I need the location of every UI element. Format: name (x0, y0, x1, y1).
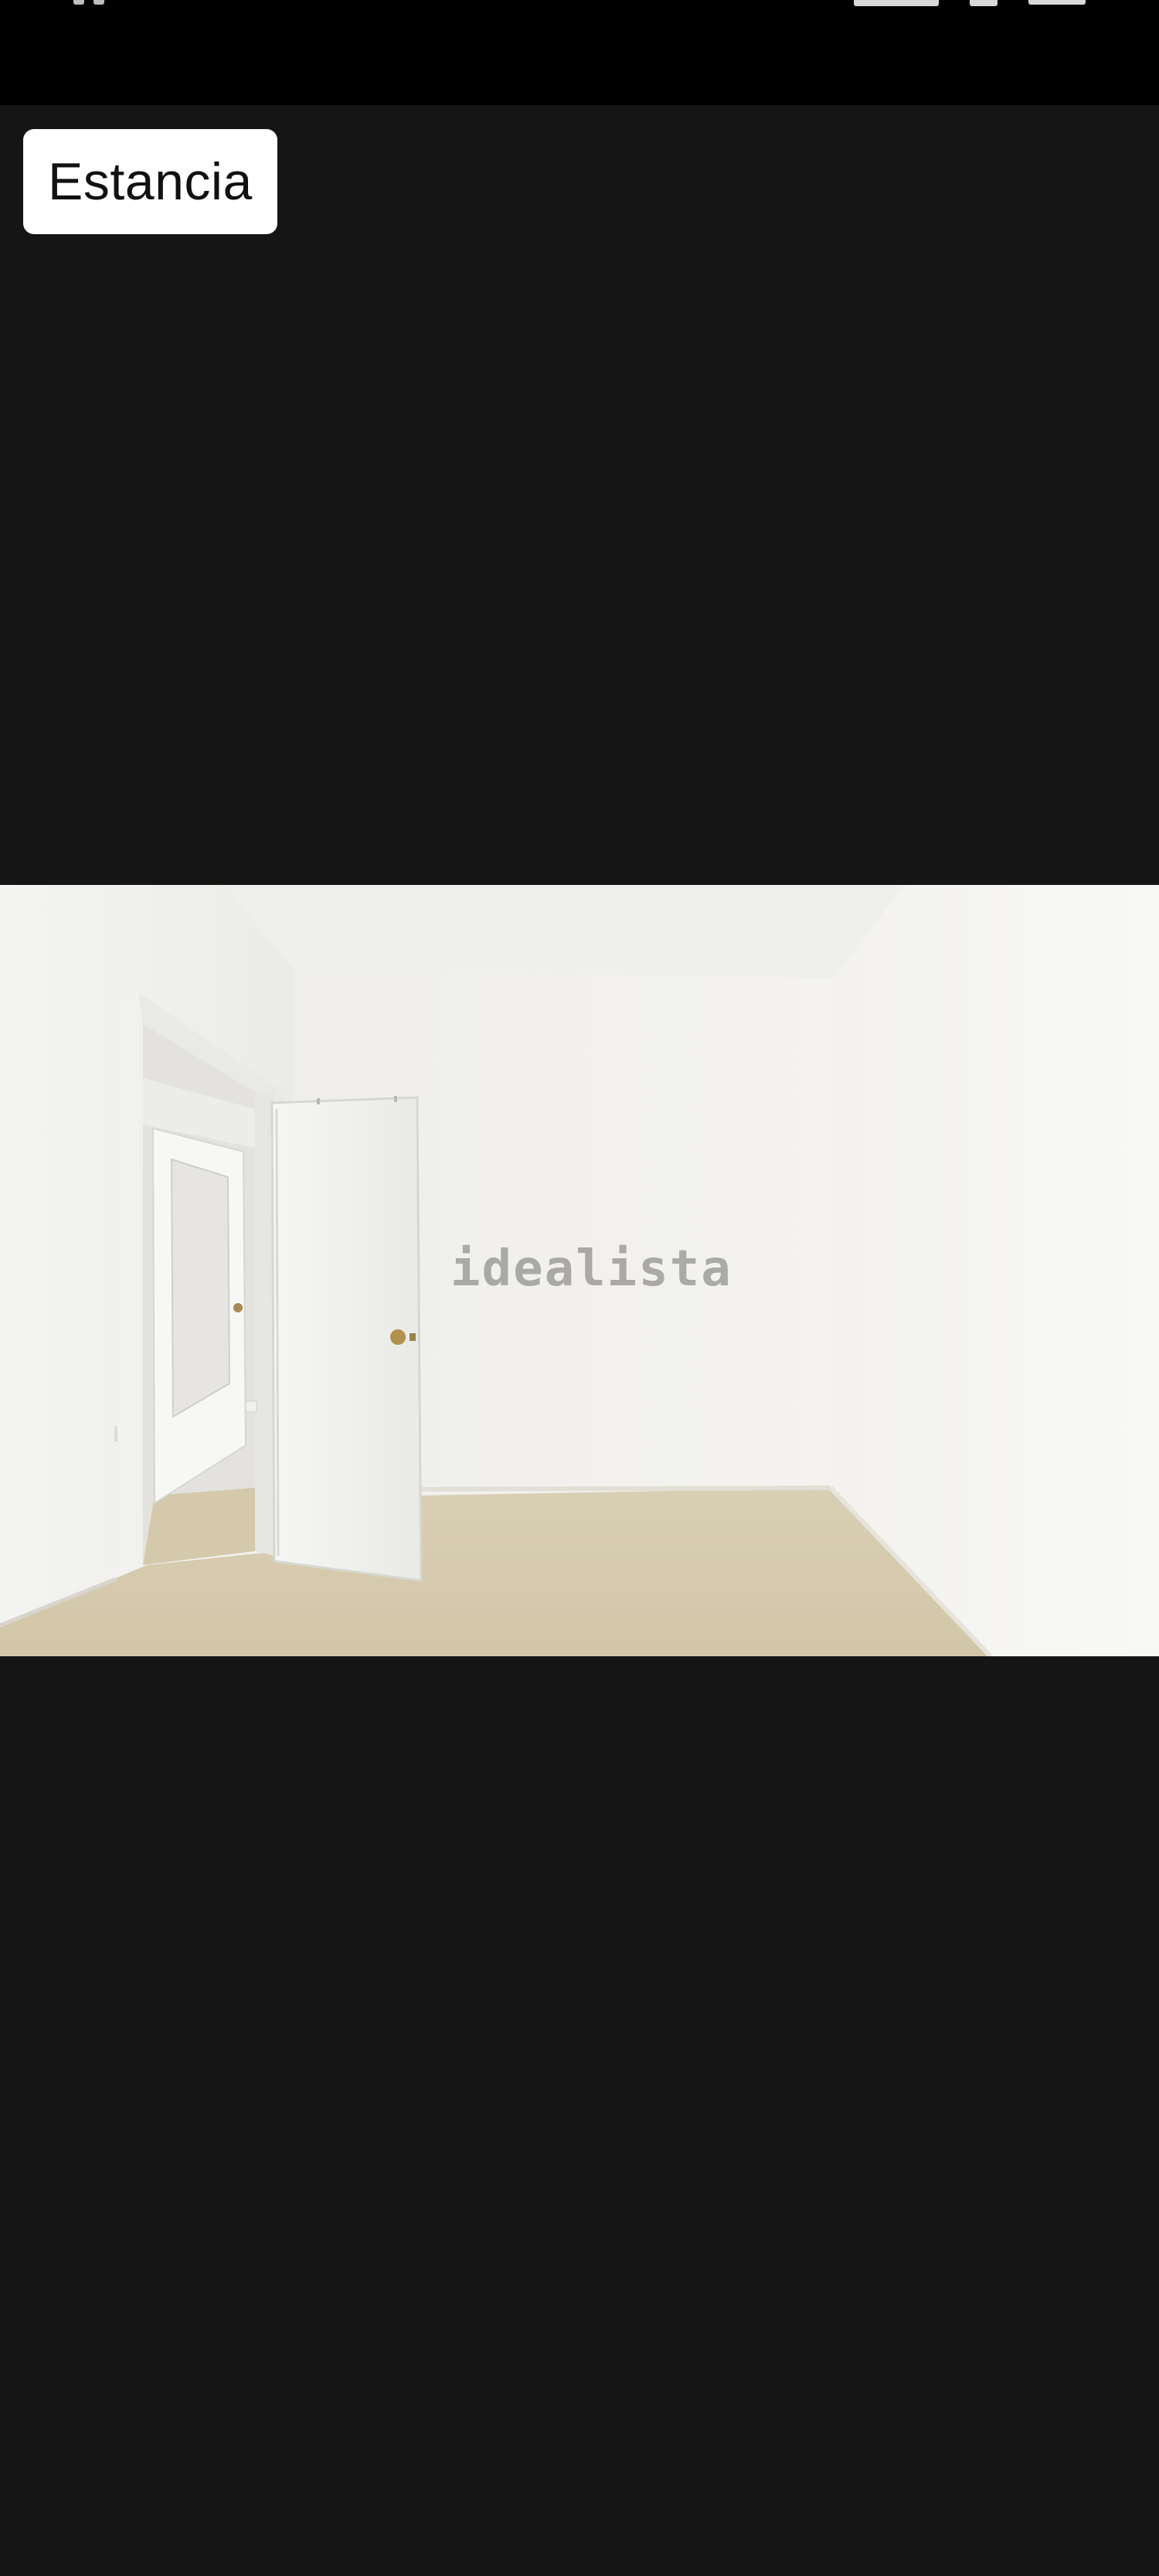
photo-viewer-screen: Estancia idealista (0, 0, 1159, 2576)
status-bar (0, 0, 1159, 105)
room-label-badge: Estancia (23, 129, 277, 234)
idealista-watermark: idealista (450, 1240, 732, 1298)
wifi-icon (970, 0, 998, 6)
notification-dot-icon (73, 0, 84, 5)
room-label-text: Estancia (48, 152, 253, 211)
battery-icon (1028, 0, 1086, 5)
signal-icon (854, 0, 939, 6)
status-notification-icons (73, 0, 104, 5)
status-icons (854, 0, 1086, 8)
notification-dot-icon (93, 0, 104, 5)
